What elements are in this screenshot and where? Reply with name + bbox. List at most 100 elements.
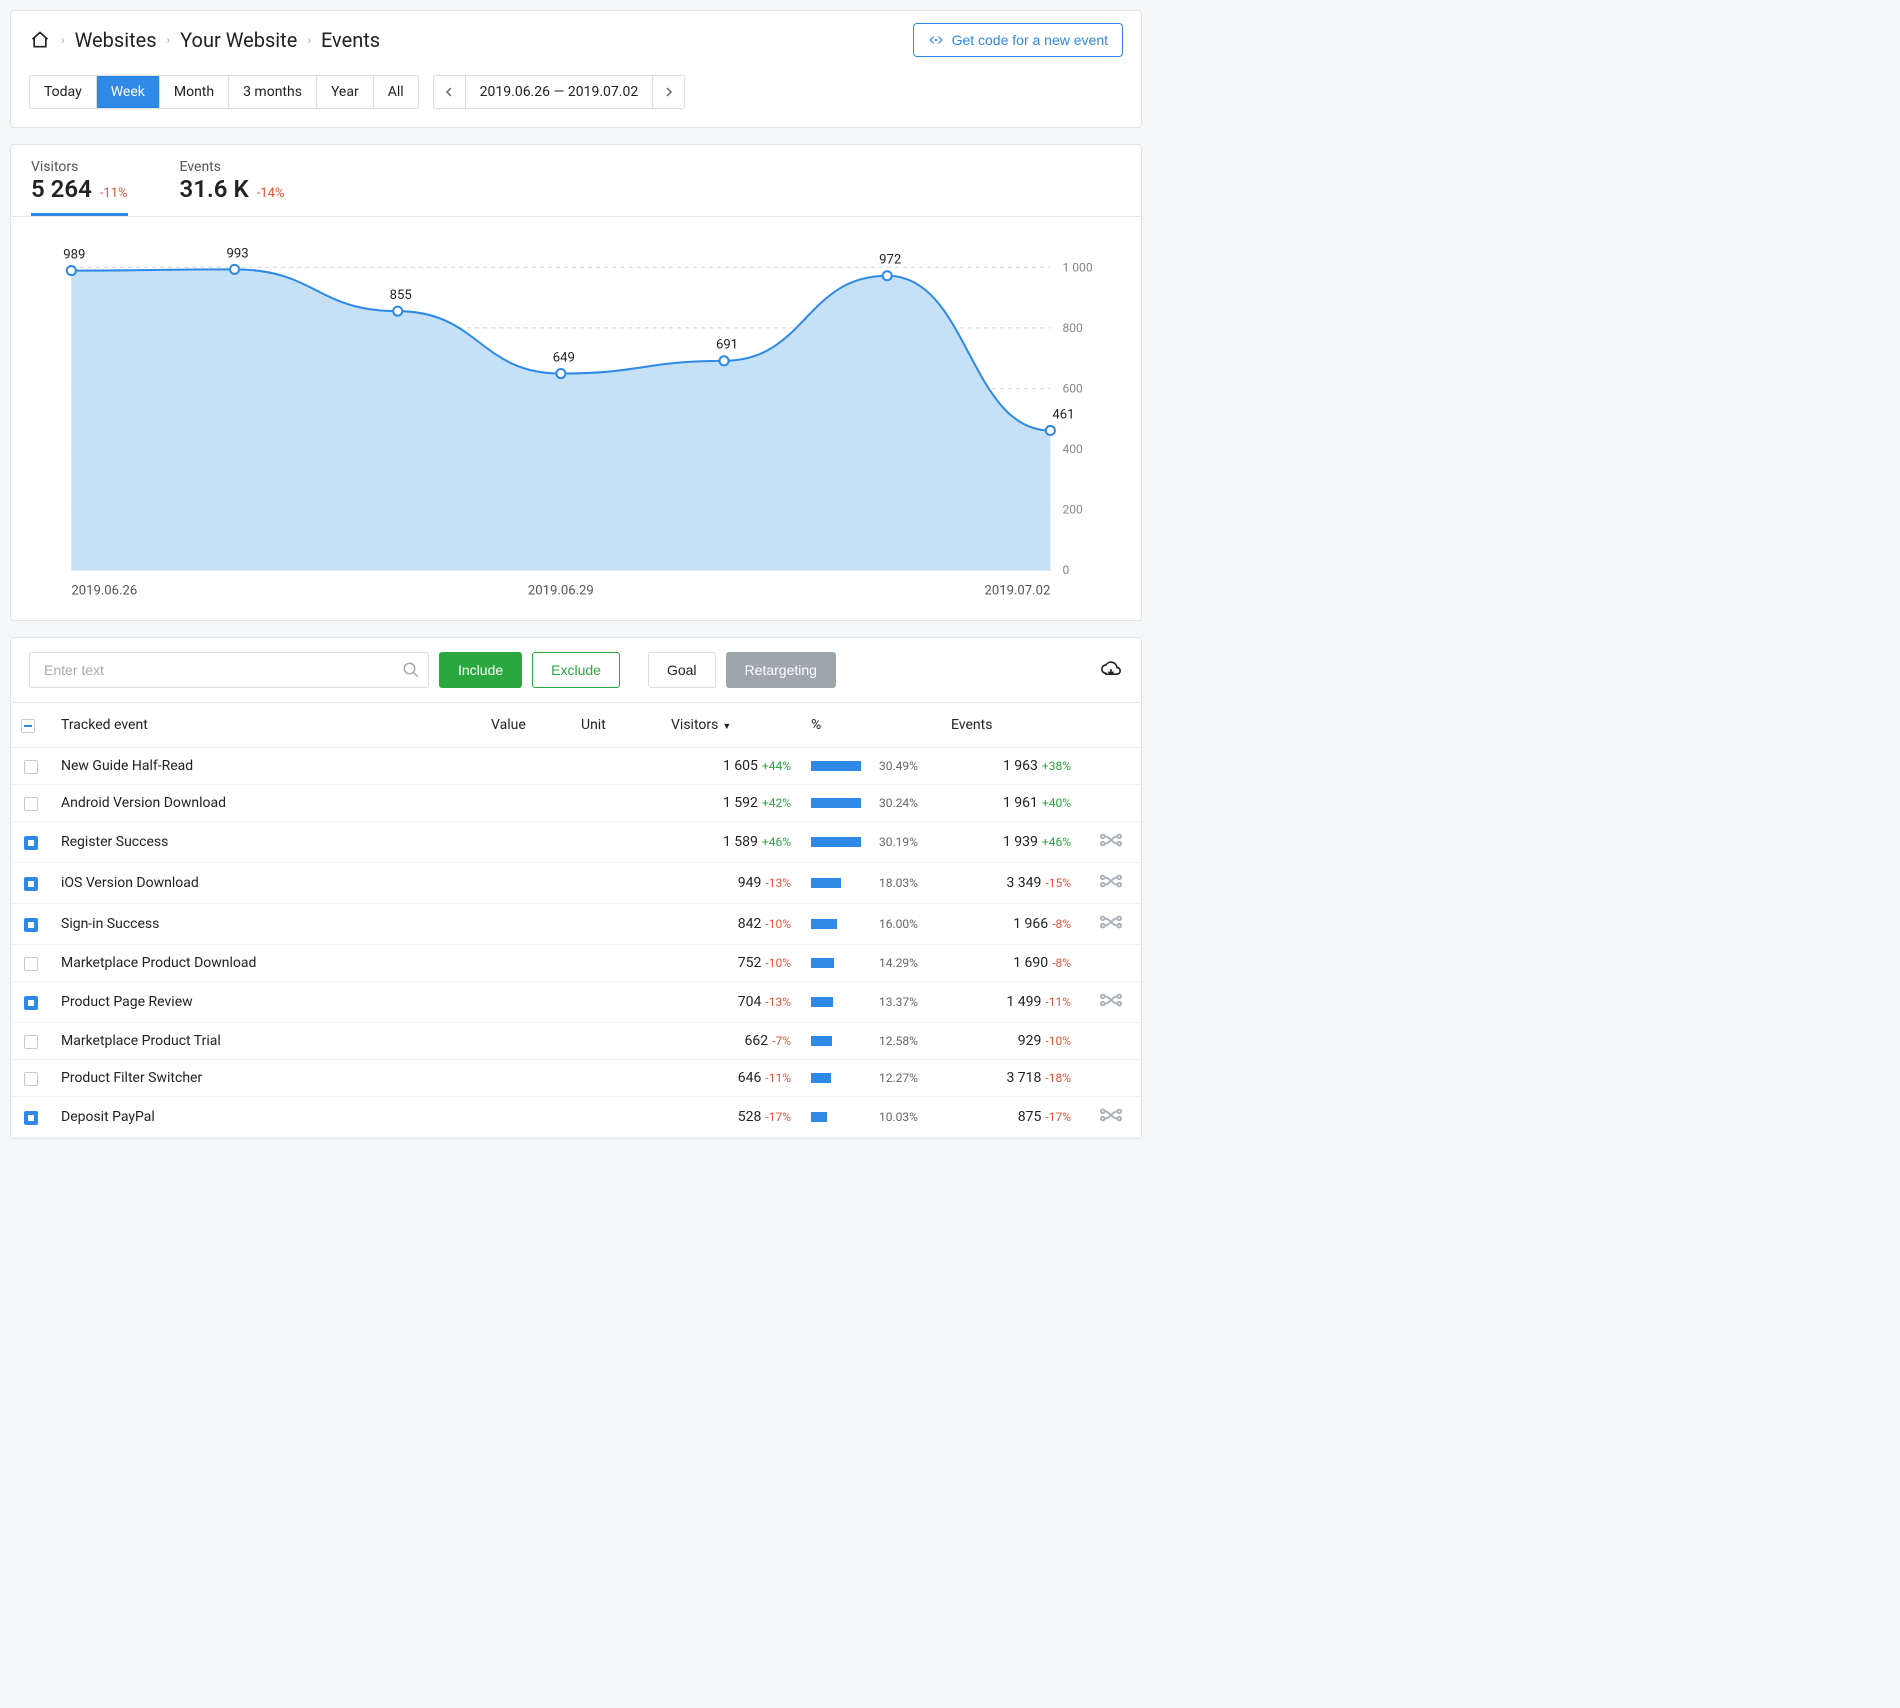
table-row[interactable]: Android Version Download 1 592+42% 30.24… xyxy=(11,785,1141,822)
row-checkbox[interactable] xyxy=(24,996,38,1010)
table-row[interactable]: New Guide Half-Read 1 605+44% 30.49% 1 9… xyxy=(11,748,1141,785)
range-tab-year[interactable]: Year xyxy=(317,76,374,108)
pct-cell: 14.29% xyxy=(801,945,941,982)
breadcrumb-item[interactable]: Your Website xyxy=(180,28,297,52)
table-row[interactable]: Marketplace Product Download 752-10% 14.… xyxy=(11,945,1141,982)
event-name: Marketplace Product Download xyxy=(51,945,481,982)
row-checkbox[interactable] xyxy=(24,957,38,971)
table-row[interactable]: Deposit PayPal 528-17% 10.03% 875-17% xyxy=(11,1097,1141,1138)
events-table: Tracked event Value Unit Visitors▼ % Eve… xyxy=(11,703,1141,1138)
range-tabs: TodayWeekMonth3 monthsYearAll xyxy=(29,75,419,109)
select-all-checkbox[interactable] xyxy=(21,719,35,733)
row-checkbox[interactable] xyxy=(24,760,38,774)
svg-text:600: 600 xyxy=(1062,381,1083,395)
table-row[interactable]: Marketplace Product Trial 662-7% 12.58% … xyxy=(11,1023,1141,1060)
row-checkbox[interactable] xyxy=(24,797,38,811)
svg-text:2019.06.29: 2019.06.29 xyxy=(528,583,594,598)
col-header-visitors[interactable]: Visitors▼ xyxy=(661,703,801,748)
event-name: New Guide Half-Read xyxy=(51,748,481,785)
table-row[interactable]: Register Success 1 589+46% 30.19% 1 939+… xyxy=(11,822,1141,863)
svg-text:400: 400 xyxy=(1062,442,1083,456)
pct-cell: 30.49% xyxy=(801,748,941,785)
chevron-right-icon: › xyxy=(167,33,171,47)
table-row[interactable]: Product Page Review 704-13% 13.37% 1 499… xyxy=(11,982,1141,1023)
filter-input[interactable] xyxy=(38,653,402,687)
flow-icon[interactable] xyxy=(1100,873,1122,889)
visitors-cell: 646-11% xyxy=(661,1060,801,1097)
events-cell: 1 966-8% xyxy=(941,904,1081,945)
svg-text:1 000: 1 000 xyxy=(1062,260,1092,274)
event-name: Deposit PayPal xyxy=(51,1097,481,1138)
page-header: › Websites › Your Website › Events Get c… xyxy=(10,10,1142,128)
row-checkbox[interactable] xyxy=(24,1072,38,1086)
svg-text:989: 989 xyxy=(63,247,85,262)
pct-cell: 16.00% xyxy=(801,904,941,945)
retargeting-button[interactable]: Retargeting xyxy=(726,652,836,688)
table-row[interactable]: Product Filter Switcher 646-11% 12.27% 3… xyxy=(11,1060,1141,1097)
svg-text:461: 461 xyxy=(1052,407,1074,422)
get-code-label: Get code for a new event xyxy=(952,32,1108,48)
include-button[interactable]: Include xyxy=(439,652,522,688)
row-checkbox[interactable] xyxy=(24,877,38,891)
stat-tabs: Visitors 5 264 -11% Events 31.6 K -14% xyxy=(11,145,1141,216)
chevron-right-icon: › xyxy=(307,33,311,47)
pct-cell: 10.03% xyxy=(801,1097,941,1138)
event-name: Marketplace Product Trial xyxy=(51,1023,481,1060)
pct-cell: 30.19% xyxy=(801,822,941,863)
range-tab-week[interactable]: Week xyxy=(97,76,160,108)
get-code-button[interactable]: Get code for a new event xyxy=(913,23,1123,57)
svg-text:0: 0 xyxy=(1062,563,1069,577)
stat-delta: -14% xyxy=(257,186,285,201)
range-tab-today[interactable]: Today xyxy=(30,76,97,108)
goal-button[interactable]: Goal xyxy=(648,652,716,688)
visitors-cell: 949-13% xyxy=(661,863,801,904)
event-name: iOS Version Download xyxy=(51,863,481,904)
search-icon[interactable] xyxy=(402,661,420,679)
date-nav: 2019.06.26 — 2019.07.02 xyxy=(433,75,686,109)
download-icon[interactable] xyxy=(1099,660,1123,680)
row-checkbox[interactable] xyxy=(24,918,38,932)
date-next-button[interactable] xyxy=(652,76,684,108)
range-tab-all[interactable]: All xyxy=(374,76,418,108)
breadcrumb-item[interactable]: Websites xyxy=(75,28,157,52)
code-icon xyxy=(928,33,944,47)
pct-cell: 12.58% xyxy=(801,1023,941,1060)
range-tab-month[interactable]: Month xyxy=(160,76,229,108)
home-icon[interactable] xyxy=(29,29,51,51)
flow-icon[interactable] xyxy=(1100,992,1122,1008)
col-header-value[interactable]: Value xyxy=(481,703,571,748)
row-checkbox[interactable] xyxy=(24,1035,38,1049)
chevron-right-icon: › xyxy=(61,33,65,47)
stat-events[interactable]: Events 31.6 K -14% xyxy=(180,159,285,216)
col-header-events[interactable]: Events xyxy=(941,703,1081,748)
row-checkbox[interactable] xyxy=(24,836,38,850)
visitors-cell: 662-7% xyxy=(661,1023,801,1060)
flow-icon[interactable] xyxy=(1100,914,1122,930)
visitors-cell: 1 589+46% xyxy=(661,822,801,863)
filter-input-wrap xyxy=(29,652,429,688)
stat-value: 31.6 K xyxy=(180,175,249,203)
pct-cell: 18.03% xyxy=(801,863,941,904)
breadcrumb-item[interactable]: Events xyxy=(321,28,380,52)
range-tab-3-months[interactable]: 3 months xyxy=(229,76,317,108)
exclude-button[interactable]: Exclude xyxy=(532,652,620,688)
date-prev-button[interactable] xyxy=(434,76,466,108)
visitors-cell: 842-10% xyxy=(661,904,801,945)
flow-icon[interactable] xyxy=(1100,832,1122,848)
svg-text:2019.06.26: 2019.06.26 xyxy=(71,583,137,598)
col-header-event[interactable]: Tracked event xyxy=(51,703,481,748)
chart-panel: Visitors 5 264 -11% Events 31.6 K -14% 0… xyxy=(10,144,1142,621)
row-checkbox[interactable] xyxy=(24,1111,38,1125)
table-row[interactable]: iOS Version Download 949-13% 18.03% 3 34… xyxy=(11,863,1141,904)
flow-icon[interactable] xyxy=(1100,1107,1122,1123)
col-header-unit[interactable]: Unit xyxy=(571,703,661,748)
events-cell: 1 499-11% xyxy=(941,982,1081,1023)
visitors-cell: 1 605+44% xyxy=(661,748,801,785)
col-header-pct[interactable]: % xyxy=(801,703,941,748)
events-cell: 3 349-15% xyxy=(941,863,1081,904)
events-table-panel: Include Exclude Goal Retargeting Tracked… xyxy=(10,637,1142,1139)
events-cell: 1 939+46% xyxy=(941,822,1081,863)
date-range-display[interactable]: 2019.06.26 — 2019.07.02 xyxy=(466,76,653,108)
table-row[interactable]: Sign-in Success 842-10% 16.00% 1 966-8% xyxy=(11,904,1141,945)
stat-visitors[interactable]: Visitors 5 264 -11% xyxy=(31,159,128,216)
